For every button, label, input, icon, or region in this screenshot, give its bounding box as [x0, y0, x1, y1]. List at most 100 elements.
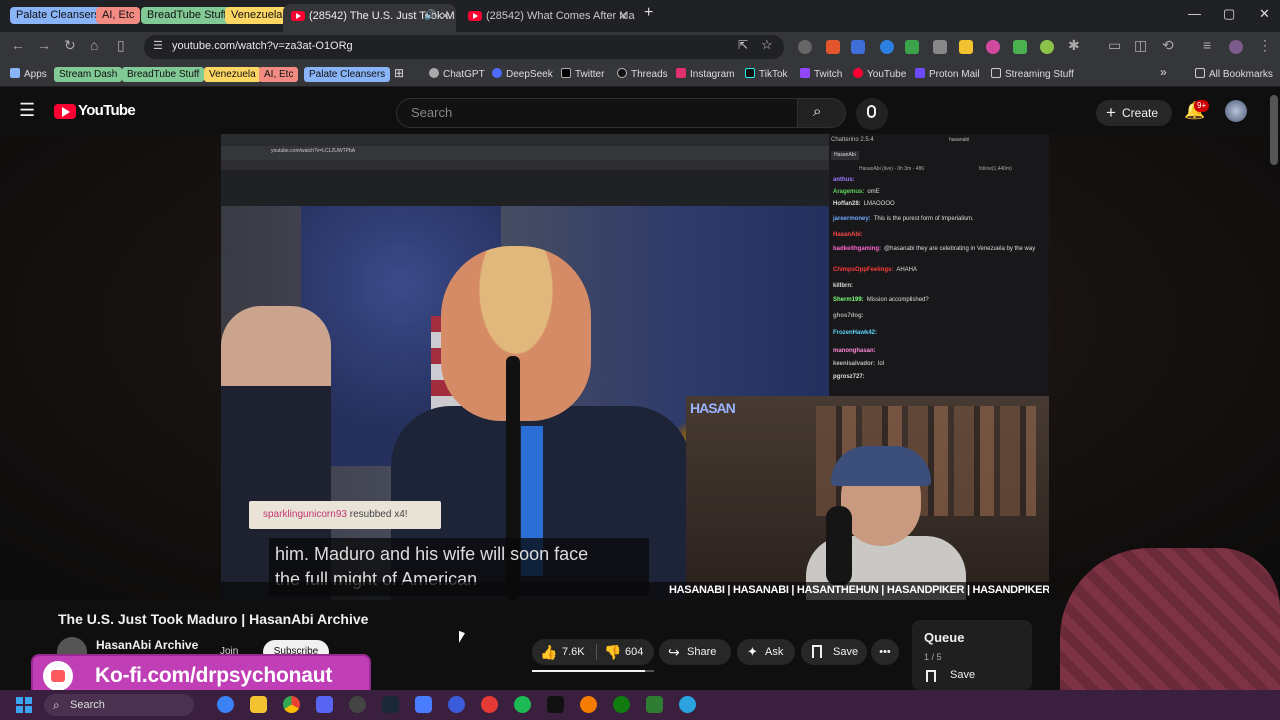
telegram-icon[interactable]: [679, 696, 696, 713]
extension-icon[interactable]: [959, 40, 973, 54]
new-tab-icon[interactable]: +: [644, 4, 653, 22]
like-count[interactable]: 7.6K: [562, 639, 585, 665]
chat-username[interactable]: ChimpsOppFeelings:: [833, 267, 893, 273]
menu-dots-icon[interactable]: ⋮: [1258, 37, 1272, 54]
extension-icon[interactable]: [933, 40, 947, 54]
extension-icon[interactable]: [798, 40, 812, 54]
home-icon[interactable]: ⌂: [90, 37, 98, 53]
dislike-count[interactable]: 604: [625, 639, 643, 665]
tab-group-venezuela[interactable]: Venezuela: [225, 7, 289, 24]
app-icon[interactable]: [448, 696, 465, 713]
taskbar-search[interactable]: ⌕ Search: [44, 694, 194, 716]
bookmark-group-venezuela[interactable]: Venezuela: [204, 67, 261, 82]
reading-list-icon[interactable]: ≡: [1203, 37, 1211, 53]
bookmark-threads[interactable]: Threads: [617, 67, 668, 82]
search-input[interactable]: Search: [396, 98, 798, 128]
page-scrollbar[interactable]: [1270, 95, 1278, 165]
bookmark-proton-mail[interactable]: Proton Mail: [915, 67, 980, 82]
bookmark-star-icon[interactable]: ☆: [761, 37, 773, 53]
reload-icon[interactable]: ↻: [64, 37, 76, 54]
app-icon[interactable]: [415, 696, 432, 713]
extension-icon[interactable]: [1013, 40, 1027, 54]
bookmarks-overflow-icon[interactable]: »: [1160, 65, 1167, 80]
obs-icon[interactable]: [349, 696, 366, 713]
close-window-icon[interactable]: ✕: [1259, 6, 1270, 22]
app-icon[interactable]: [646, 696, 663, 713]
profile-avatar[interactable]: [1229, 40, 1243, 54]
terminal-icon[interactable]: [547, 696, 564, 713]
save-button[interactable]: Save: [801, 639, 867, 665]
chat-username[interactable]: FrozenHawk42:: [833, 330, 877, 336]
split-view-icon[interactable]: ◫: [1134, 37, 1147, 54]
chat-username[interactable]: Hoffan28:: [833, 201, 861, 207]
taskbar-app-icon[interactable]: [217, 696, 234, 713]
blender-icon[interactable]: [580, 696, 597, 713]
back-icon[interactable]: ←: [11, 37, 25, 53]
bookmark-apps[interactable]: Apps: [10, 67, 47, 82]
ask-button[interactable]: ✦ Ask: [737, 639, 795, 665]
tab-second-video[interactable]: (28542) What Comes After Mad ✕: [460, 4, 635, 32]
search-button[interactable]: ⌕: [798, 98, 846, 128]
chat-username[interactable]: Sherm199:: [833, 297, 864, 303]
create-button[interactable]: + Create: [1096, 100, 1172, 126]
extension-icon[interactable]: [851, 40, 865, 54]
bookmark-group-palate-cleansers[interactable]: Palate Cleansers: [304, 67, 391, 82]
more-actions-button[interactable]: •••: [871, 639, 899, 665]
voice-search-button[interactable]: [856, 98, 888, 130]
bookmark-group-breadtube[interactable]: BreadTube Stuff: [122, 67, 205, 82]
extension-icon[interactable]: [880, 40, 894, 54]
bookmark-group-ai-etc[interactable]: AI, Etc: [259, 67, 299, 82]
extension-icon[interactable]: [1040, 40, 1054, 54]
chat-username[interactable]: jareermoney:: [833, 216, 871, 222]
chrome-icon[interactable]: [283, 696, 300, 713]
spotify-icon[interactable]: [514, 696, 531, 713]
account-avatar[interactable]: [1225, 100, 1247, 122]
hamburger-menu-icon[interactable]: ☰: [19, 100, 35, 121]
install-app-icon[interactable]: ⇱: [738, 38, 748, 52]
bookmark-folder-streaming[interactable]: Streaming Stuff: [991, 67, 1074, 82]
tab-close-icon[interactable]: ✕: [440, 4, 450, 28]
site-info-icon[interactable]: ☰: [153, 39, 163, 52]
chat-username[interactable]: keenisalvador:: [833, 361, 875, 367]
dislike-thumb-icon[interactable]: 👎: [604, 639, 621, 665]
bookmark-chatgpt[interactable]: ChatGPT: [429, 67, 485, 82]
extension-icon[interactable]: [826, 40, 840, 54]
discord-icon[interactable]: [316, 696, 333, 713]
forward-icon[interactable]: →: [37, 37, 51, 53]
chat-username[interactable]: HasanAbi:: [833, 232, 863, 238]
channel-name[interactable]: HasanAbi Archive: [96, 638, 198, 652]
bookmark-twitch[interactable]: Twitch: [800, 67, 842, 82]
bookmark-group-stream-dash[interactable]: Stream Dash: [54, 67, 123, 82]
minimize-icon[interactable]: —: [1188, 6, 1201, 21]
tab-group-ai-etc[interactable]: AI, Etc: [96, 7, 141, 24]
bookmark-deepseek[interactable]: DeepSeek: [492, 67, 553, 82]
extensions-puzzle-icon[interactable]: ✱: [1068, 37, 1080, 54]
chat-username[interactable]: badkeithgaming:: [833, 246, 881, 252]
queue-save-button[interactable]: Save: [926, 669, 975, 682]
side-panel-icon[interactable]: ▯: [117, 37, 125, 54]
bookmark-tiktok[interactable]: TikTok: [745, 67, 788, 82]
steam-icon[interactable]: [382, 696, 399, 713]
history-icon[interactable]: ⟲: [1162, 37, 1174, 54]
chat-username[interactable]: Aragemus:: [833, 189, 864, 195]
extension-icon[interactable]: [986, 40, 1000, 54]
xbox-icon[interactable]: [613, 696, 630, 713]
share-button[interactable]: ↪ Share: [659, 639, 731, 665]
tab-group-palate-cleansers[interactable]: Palate Cleansers: [10, 7, 106, 24]
extension-icon[interactable]: [905, 40, 919, 54]
like-thumb-icon[interactable]: 👍: [540, 639, 557, 665]
app-icon[interactable]: [481, 696, 498, 713]
tab-active-video[interactable]: (28542) The U.S. Just Took M 🔊 ✕: [283, 4, 456, 32]
bookmark-all[interactable]: All Bookmarks: [1195, 67, 1273, 82]
chat-username[interactable]: manonghasan:: [833, 348, 876, 354]
bookmark-instagram[interactable]: Instagram: [676, 67, 734, 82]
file-explorer-icon[interactable]: [250, 696, 267, 713]
tab-group-breadtube[interactable]: BreadTube Stuff: [141, 7, 233, 24]
speaker-icon[interactable]: 🔊: [424, 4, 436, 28]
bookmark-youtube[interactable]: YouTube: [853, 67, 906, 82]
tab-search-icon[interactable]: ▭: [1108, 37, 1121, 54]
windows-start-icon[interactable]: [16, 697, 32, 713]
youtube-wordmark[interactable]: YouTube: [78, 102, 136, 119]
address-bar[interactable]: ☰ youtube.com/watch?v=za3at-O1ORg ⇱ ☆: [144, 35, 784, 59]
tab-close-icon[interactable]: ✕: [618, 4, 628, 28]
